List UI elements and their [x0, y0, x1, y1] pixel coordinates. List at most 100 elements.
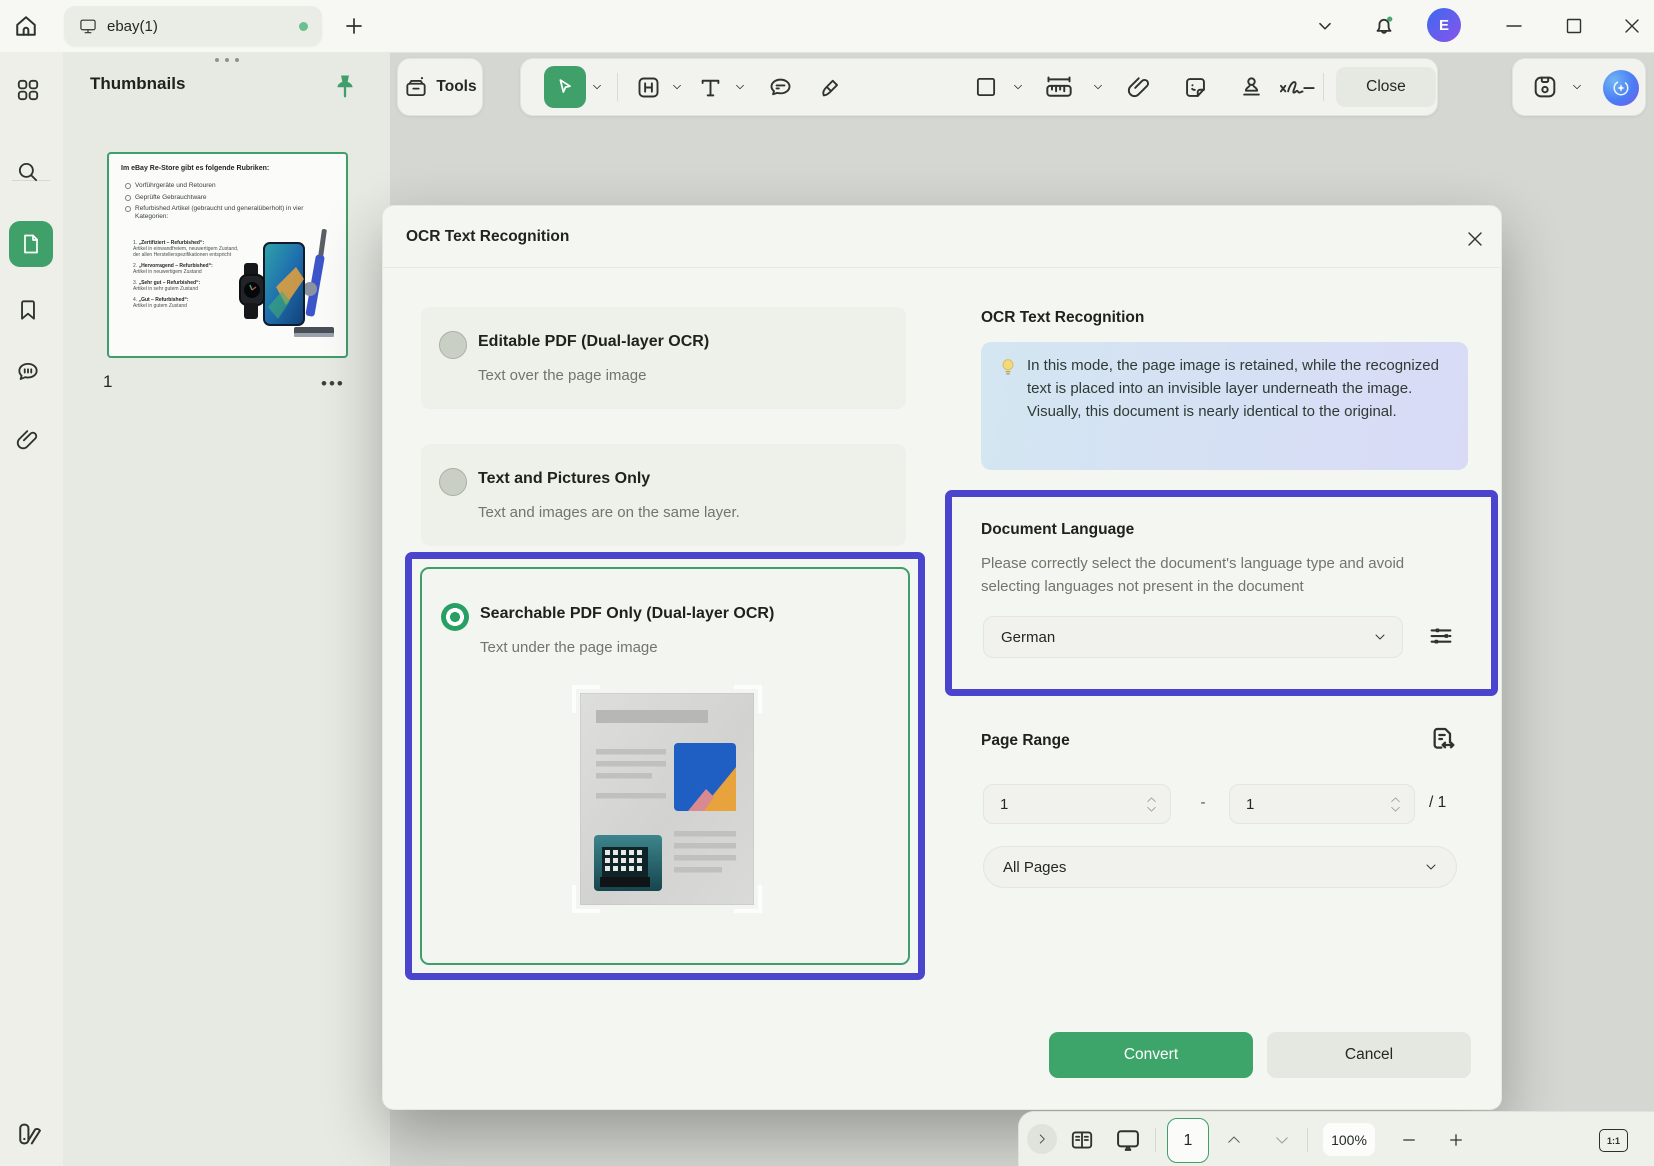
chevron-right-icon — [1035, 1132, 1049, 1146]
ruler-icon — [1043, 73, 1075, 101]
unsaved-indicator-dot — [299, 22, 308, 31]
presentation-button[interactable] — [1111, 1112, 1145, 1166]
attach-tool[interactable] — [1121, 59, 1157, 115]
ocr-preview-illustration — [580, 693, 754, 905]
option-title: Text and Pictures Only — [478, 470, 650, 488]
toolbox-icon — [403, 74, 429, 100]
ocr-dialog: OCR Text Recognition Editable PDF (Dual-… — [382, 205, 1502, 1110]
sticker-icon — [1182, 74, 1209, 101]
next-page-button[interactable] — [1267, 1112, 1297, 1166]
book-view-icon — [1069, 1127, 1095, 1153]
radio-searchable-pdf[interactable] — [441, 603, 469, 631]
chevron-down-icon — [1372, 629, 1388, 645]
cursor-icon — [554, 76, 576, 98]
save-dropdown[interactable] — [1567, 59, 1587, 115]
stepper-up-icon[interactable] — [1145, 795, 1158, 804]
page-range-options-button[interactable] — [1426, 723, 1458, 755]
measure-tool[interactable] — [1039, 59, 1079, 115]
sidebar-item-comments[interactable] — [15, 359, 41, 385]
all-pages-select[interactable]: All Pages — [983, 846, 1457, 888]
page-range-from-input[interactable]: 1 — [983, 784, 1171, 824]
page-range-to-input[interactable]: 1 — [1229, 784, 1415, 824]
toolbar-tools-group: Close — [520, 58, 1438, 116]
ai-assistant-button[interactable] — [1603, 70, 1639, 106]
dialog-separator — [383, 267, 1501, 268]
previous-page-button[interactable] — [1219, 1112, 1249, 1166]
home-icon — [12, 12, 40, 40]
pin-panel-button[interactable] — [331, 72, 359, 107]
option-editable-pdf[interactable]: Editable PDF (Dual-layer OCR) Text over … — [421, 307, 906, 409]
new-tab-button[interactable] — [340, 12, 368, 40]
zoom-level[interactable]: 100% — [1323, 1123, 1375, 1156]
option-text-pictures[interactable]: Text and Pictures Only Text and images a… — [421, 444, 906, 546]
expand-statusbar-button[interactable] — [1027, 1124, 1057, 1154]
sidebar-item-swatches[interactable] — [15, 1120, 41, 1146]
tab-list-button[interactable] — [1311, 12, 1339, 40]
text-tool[interactable] — [695, 59, 725, 115]
highlighter-tool[interactable] — [813, 59, 847, 115]
sidebar-item-attachments[interactable] — [15, 427, 41, 453]
signature-tool[interactable] — [1274, 59, 1320, 115]
sticker-tool[interactable] — [1177, 59, 1213, 115]
heading-tool-dropdown[interactable] — [667, 59, 687, 115]
close-window-button[interactable] — [1618, 12, 1646, 40]
convert-button[interactable]: Convert — [1049, 1032, 1253, 1078]
minimize-button[interactable] — [1500, 12, 1528, 40]
two-page-view-button[interactable] — [1067, 1112, 1097, 1166]
sidebar-item-apps[interactable] — [15, 77, 41, 103]
close-tools-button[interactable]: Close — [1336, 67, 1436, 107]
paperclip-icon — [15, 427, 41, 453]
sidebar-item-bookmarks[interactable] — [15, 297, 41, 323]
plus-icon — [342, 14, 366, 38]
ai-sparkle-icon — [1609, 76, 1633, 100]
radio-editable-pdf[interactable] — [439, 331, 467, 359]
comment-tool[interactable] — [763, 59, 797, 115]
select-tool-dropdown[interactable] — [587, 59, 607, 115]
document-tab[interactable]: ebay(1) — [64, 6, 322, 46]
measure-tool-dropdown[interactable] — [1088, 59, 1108, 115]
tools-button[interactable]: Tools — [397, 58, 483, 116]
sidebar-item-thumbnails-active[interactable] — [9, 221, 53, 267]
home-button[interactable] — [12, 12, 40, 40]
cancel-label: Cancel — [1345, 1046, 1393, 1064]
stamp-tool[interactable] — [1233, 59, 1269, 115]
dialog-title: OCR Text Recognition — [406, 228, 569, 246]
toolbar-divider — [1323, 73, 1324, 101]
option-searchable-pdf[interactable]: Searchable PDF Only (Dual-layer OCR) Tex… — [420, 567, 910, 965]
bookmark-icon — [15, 297, 41, 323]
panel-drag-handle[interactable] — [215, 58, 239, 62]
stepper-down-icon[interactable] — [1389, 805, 1402, 814]
left-sidebar — [0, 52, 64, 1166]
text-tool-dropdown[interactable] — [730, 59, 750, 115]
monitor-icon — [78, 16, 98, 36]
zoom-out-button[interactable] — [1394, 1112, 1424, 1166]
shape-tool[interactable] — [971, 59, 1001, 115]
sidebar-item-search[interactable] — [15, 159, 41, 185]
swatches-icon — [15, 1120, 43, 1148]
comment-bubble-icon — [767, 74, 794, 101]
page-thumbnail[interactable]: Im eBay Re-Store gibt es folgende Rubrik… — [107, 152, 348, 358]
select-tool-active[interactable] — [544, 66, 586, 108]
language-settings-button[interactable] — [1426, 621, 1456, 651]
current-page-input[interactable]: 1 — [1167, 1118, 1209, 1163]
stepper-up-icon[interactable] — [1389, 795, 1402, 804]
zoom-level-value: 100% — [1331, 1132, 1367, 1148]
avatar[interactable]: E — [1427, 8, 1461, 42]
stamp-icon — [1238, 74, 1265, 101]
heading-tool[interactable] — [633, 59, 663, 115]
radio-text-pictures[interactable] — [439, 468, 467, 496]
actual-size-button[interactable]: 1:1 — [1599, 1129, 1628, 1152]
language-select[interactable]: German — [983, 616, 1403, 658]
save-button[interactable] — [1527, 59, 1563, 115]
option-subtitle: Text under the page image — [480, 639, 658, 656]
zoom-in-button[interactable] — [1441, 1112, 1471, 1166]
page-range-icon — [1426, 723, 1458, 755]
cancel-button[interactable]: Cancel — [1267, 1032, 1471, 1078]
thumbnail-more-button[interactable]: ••• — [321, 374, 345, 394]
dialog-close-button[interactable] — [1461, 225, 1489, 253]
shape-tool-dropdown[interactable] — [1008, 59, 1028, 115]
maximize-button[interactable] — [1560, 12, 1588, 40]
notifications-button[interactable] — [1370, 12, 1398, 40]
stepper-down-icon[interactable] — [1145, 805, 1158, 814]
save-icon — [1531, 73, 1559, 101]
